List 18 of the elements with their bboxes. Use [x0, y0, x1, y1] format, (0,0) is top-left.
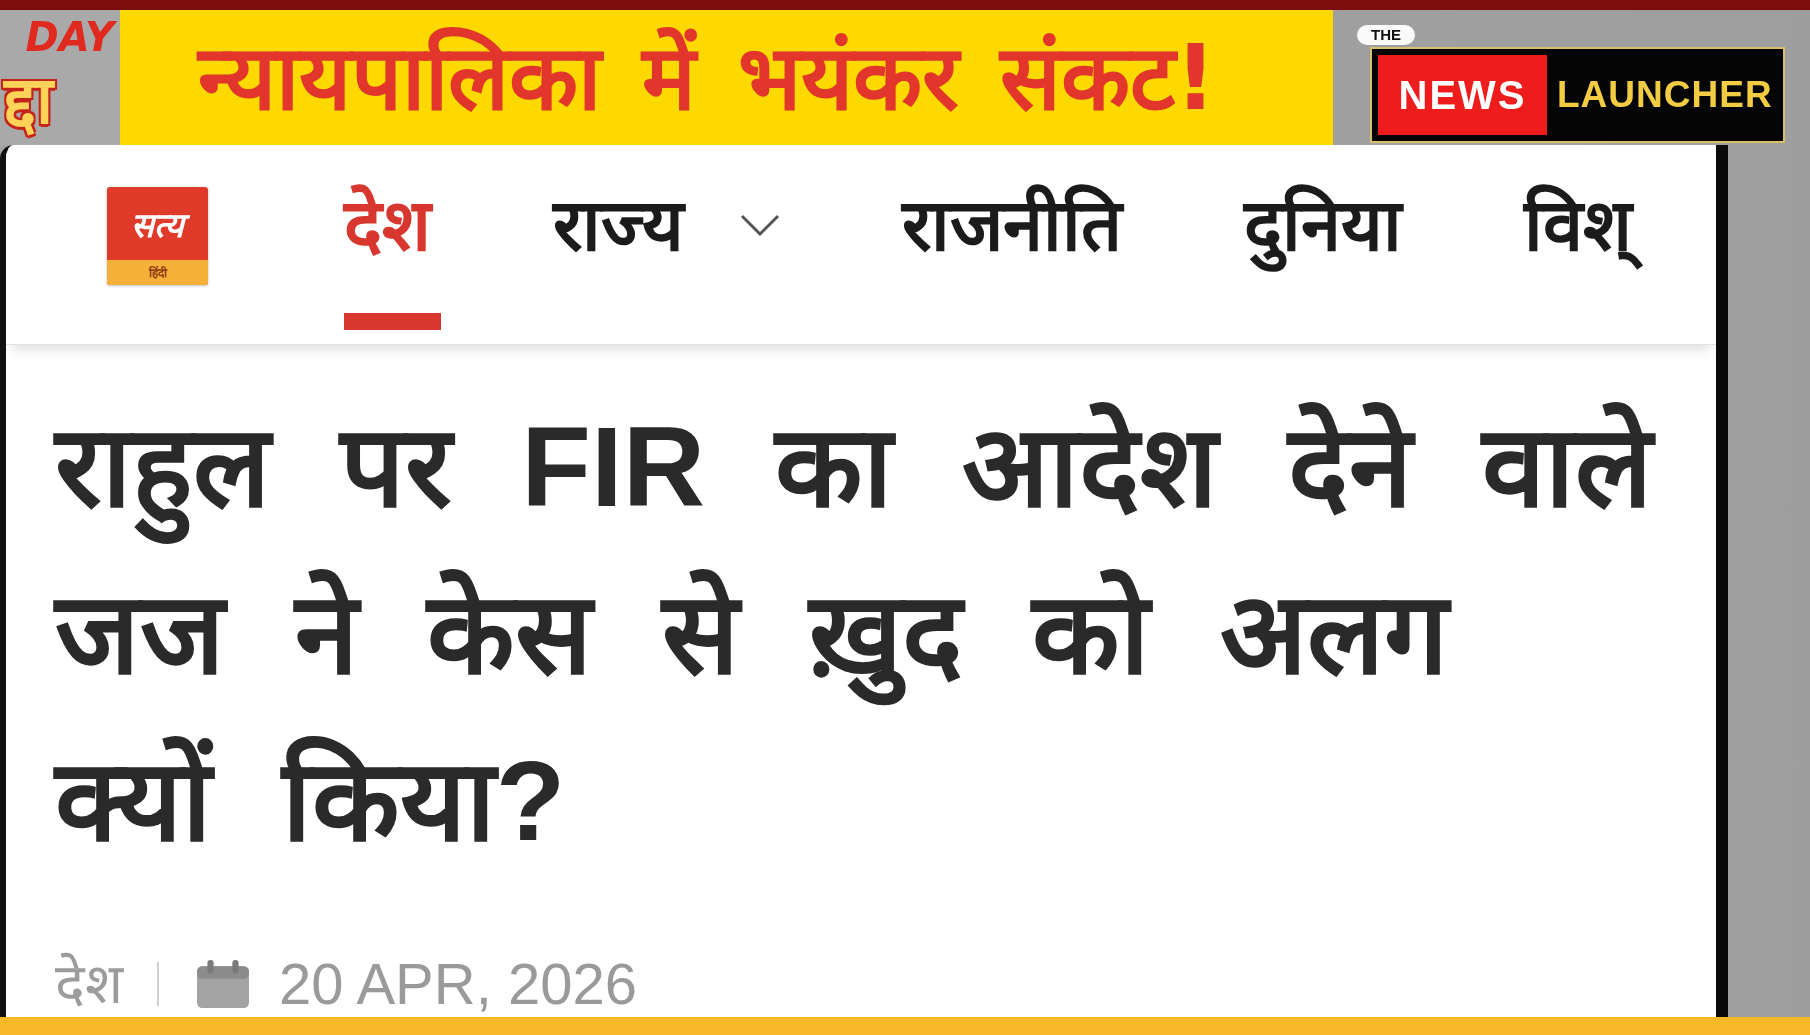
nav-tab[interactable]: देश	[344, 177, 441, 330]
article-category: देश	[55, 953, 123, 1015]
nav-tab[interactable]: विश्	[1524, 177, 1642, 330]
article-date: 20 APR, 2026	[279, 953, 637, 1015]
nav-tab[interactable]: दुनिया	[1244, 177, 1412, 330]
calendar-icon	[197, 960, 249, 1008]
site-logo[interactable]: सत्य हिंदी	[107, 187, 208, 285]
channel-logo-news-block: NEWS	[1378, 55, 1547, 135]
site-logo-tagline: हिंदी	[107, 260, 208, 285]
segment-label-bottom: द्दा	[4, 62, 53, 140]
channel-logo-prefix: THE	[1357, 25, 1415, 45]
chevron-down-icon	[740, 214, 780, 236]
channel-logo-word: LAUNCHER	[1557, 74, 1773, 116]
nav-tab[interactable]: राज्य	[553, 177, 790, 330]
article-headline: राहुल पर FIR का आदेश देने वाले जज ने केस से ख़ुद को अलग क्यों किया?	[6, 345, 1696, 884]
banner-headline: न्यायपालिका में भयंकर संकट!	[198, 24, 1217, 132]
nav-tab[interactable]: राजनीति	[902, 177, 1132, 330]
site-logo-name: सत्य	[107, 187, 208, 260]
